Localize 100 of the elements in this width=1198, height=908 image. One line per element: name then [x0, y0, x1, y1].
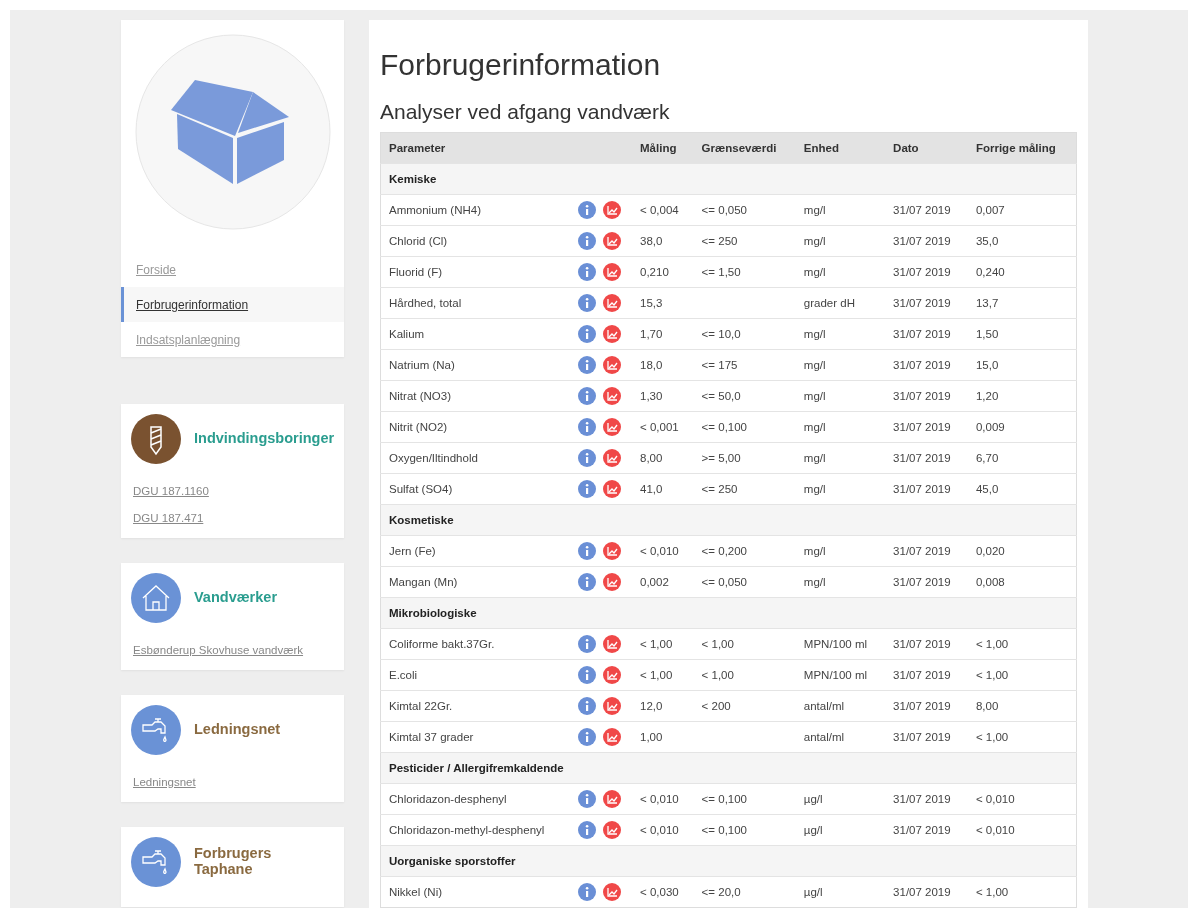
table-cell: <= 250 — [701, 235, 738, 247]
info-icon[interactable] — [578, 573, 596, 591]
page-title: Forbrugerinformation — [380, 48, 662, 82]
table-cell: < 1,00 — [975, 731, 1009, 743]
table-cell: 35,0 — [975, 235, 999, 247]
table-cell: MPN/100 ml — [803, 638, 868, 650]
table-cell: 31/07 2019 — [893, 359, 951, 371]
table-cell: 0,009 — [975, 421, 1005, 433]
table-cell: mg/l — [803, 328, 826, 340]
chart-icon[interactable] — [603, 635, 621, 653]
table-cell: µg/l — [803, 793, 823, 805]
info-icon[interactable] — [578, 294, 596, 312]
table-cell: 8,00 — [640, 452, 663, 464]
table-cell: 31/07 2019 — [893, 576, 951, 588]
table-cell: 31/07 2019 — [893, 421, 951, 433]
table-cell: mg/l — [803, 421, 826, 433]
table-cell: < 0,010 — [640, 793, 679, 805]
table-cell: <= 20,0 — [701, 886, 741, 898]
info-icon[interactable] — [578, 883, 596, 901]
info-icon[interactable] — [578, 790, 596, 808]
info-icon[interactable] — [578, 263, 596, 281]
chart-icon[interactable] — [603, 573, 621, 591]
table-cell: 0,008 — [975, 576, 1005, 588]
chart-icon[interactable] — [603, 883, 621, 901]
table-cell: Nitrit (NO2) — [380, 411, 574, 443]
table-cell: Jern (Fe) — [380, 535, 574, 567]
table-cell: < 0,001 — [640, 421, 679, 433]
chart-icon[interactable] — [603, 728, 621, 746]
card-link[interactable]: Esbønderup Skovhuse vandværk — [131, 637, 344, 664]
chart-icon[interactable] — [603, 201, 621, 219]
card-link[interactable]: DGU 187.1160 — [131, 478, 344, 505]
table-cell: <= 0,100 — [701, 793, 747, 805]
table-cell: 31/07 2019 — [893, 483, 951, 495]
chart-icon[interactable] — [603, 790, 621, 808]
card-title: Vandværker — [194, 590, 278, 606]
info-icon[interactable] — [578, 201, 596, 219]
chart-icon[interactable] — [603, 356, 621, 374]
table-cell: < 0,010 — [640, 824, 679, 836]
table-cell: <= 0,200 — [701, 545, 747, 557]
chart-icon[interactable] — [603, 449, 621, 467]
info-icon[interactable] — [578, 635, 596, 653]
table-cell: grader dH — [803, 297, 855, 309]
table-cell: < 1,00 — [640, 638, 673, 650]
table-cell: 12,0 — [640, 700, 663, 712]
card-link[interactable]: Ledningsnet — [131, 769, 344, 796]
info-icon[interactable] — [578, 542, 596, 560]
group-header: Kemiske — [380, 163, 1077, 195]
table-cell: 15,3 — [640, 297, 663, 309]
info-icon[interactable] — [578, 821, 596, 839]
table-cell: Coliforme bakt.37Gr. — [380, 628, 574, 660]
table-cell: 1,30 — [640, 390, 663, 402]
table-cell: Chloridazon-desphenyl — [380, 783, 574, 815]
table-cell: Nitrat (NO3) — [380, 380, 574, 412]
table-cell: <= 10,0 — [701, 328, 741, 340]
column-header: Enhed — [795, 132, 886, 164]
chart-icon[interactable] — [603, 325, 621, 343]
table-cell: µg/l — [803, 824, 823, 836]
chart-icon[interactable] — [603, 480, 621, 498]
chart-icon[interactable] — [603, 294, 621, 312]
table-cell: Nikkel (Ni) — [380, 876, 574, 908]
table-cell: 31/07 2019 — [893, 235, 951, 247]
info-icon[interactable] — [578, 666, 596, 684]
chart-icon[interactable] — [603, 263, 621, 281]
column-header: Grænseværdi — [693, 132, 796, 164]
info-icon[interactable] — [578, 728, 596, 746]
info-icon[interactable] — [578, 232, 596, 250]
nav-link[interactable]: Forside — [121, 252, 344, 287]
table-cell: 0,007 — [975, 204, 1005, 216]
info-icon[interactable] — [578, 356, 596, 374]
chart-icon[interactable] — [603, 666, 621, 684]
table-cell: Kalium — [380, 318, 574, 350]
info-icon[interactable] — [578, 480, 596, 498]
info-icon[interactable] — [578, 418, 596, 436]
chart-icon[interactable] — [603, 418, 621, 436]
table-cell: Natrium (Na) — [380, 349, 574, 381]
table-cell: < 1,00 — [975, 886, 1009, 898]
group-header: Pesticider / Allergifremkaldende — [380, 752, 1077, 784]
nav-link[interactable]: Indsatsplanlægning — [121, 322, 344, 357]
info-icon[interactable] — [578, 387, 596, 405]
chart-icon[interactable] — [603, 542, 621, 560]
chart-icon[interactable] — [603, 387, 621, 405]
section-heading: Analyser ved afgang vandværk — [380, 100, 671, 124]
table-cell: < 0,030 — [640, 886, 679, 898]
card-link[interactable]: DGU 187.471 — [131, 505, 344, 532]
info-icon[interactable] — [578, 449, 596, 467]
chart-icon[interactable] — [603, 232, 621, 250]
group-header: Uorganiske sporstoffer — [380, 845, 1077, 877]
table-cell: 31/07 2019 — [893, 731, 951, 743]
info-icon[interactable] — [578, 697, 596, 715]
nav-link[interactable]: Forbrugerinformation — [121, 287, 344, 322]
table-cell: <= 0,100 — [701, 824, 747, 836]
table-cell: <= 0,100 — [701, 421, 747, 433]
table-cell: Ammonium (NH4) — [380, 194, 574, 226]
table-cell: mg/l — [803, 483, 826, 495]
card-title: Ledningsnet — [194, 722, 281, 738]
table-cell: 1,00 — [640, 731, 663, 743]
info-icon[interactable] — [578, 325, 596, 343]
chart-icon[interactable] — [603, 697, 621, 715]
table-cell: 41,0 — [640, 483, 663, 495]
chart-icon[interactable] — [603, 821, 621, 839]
